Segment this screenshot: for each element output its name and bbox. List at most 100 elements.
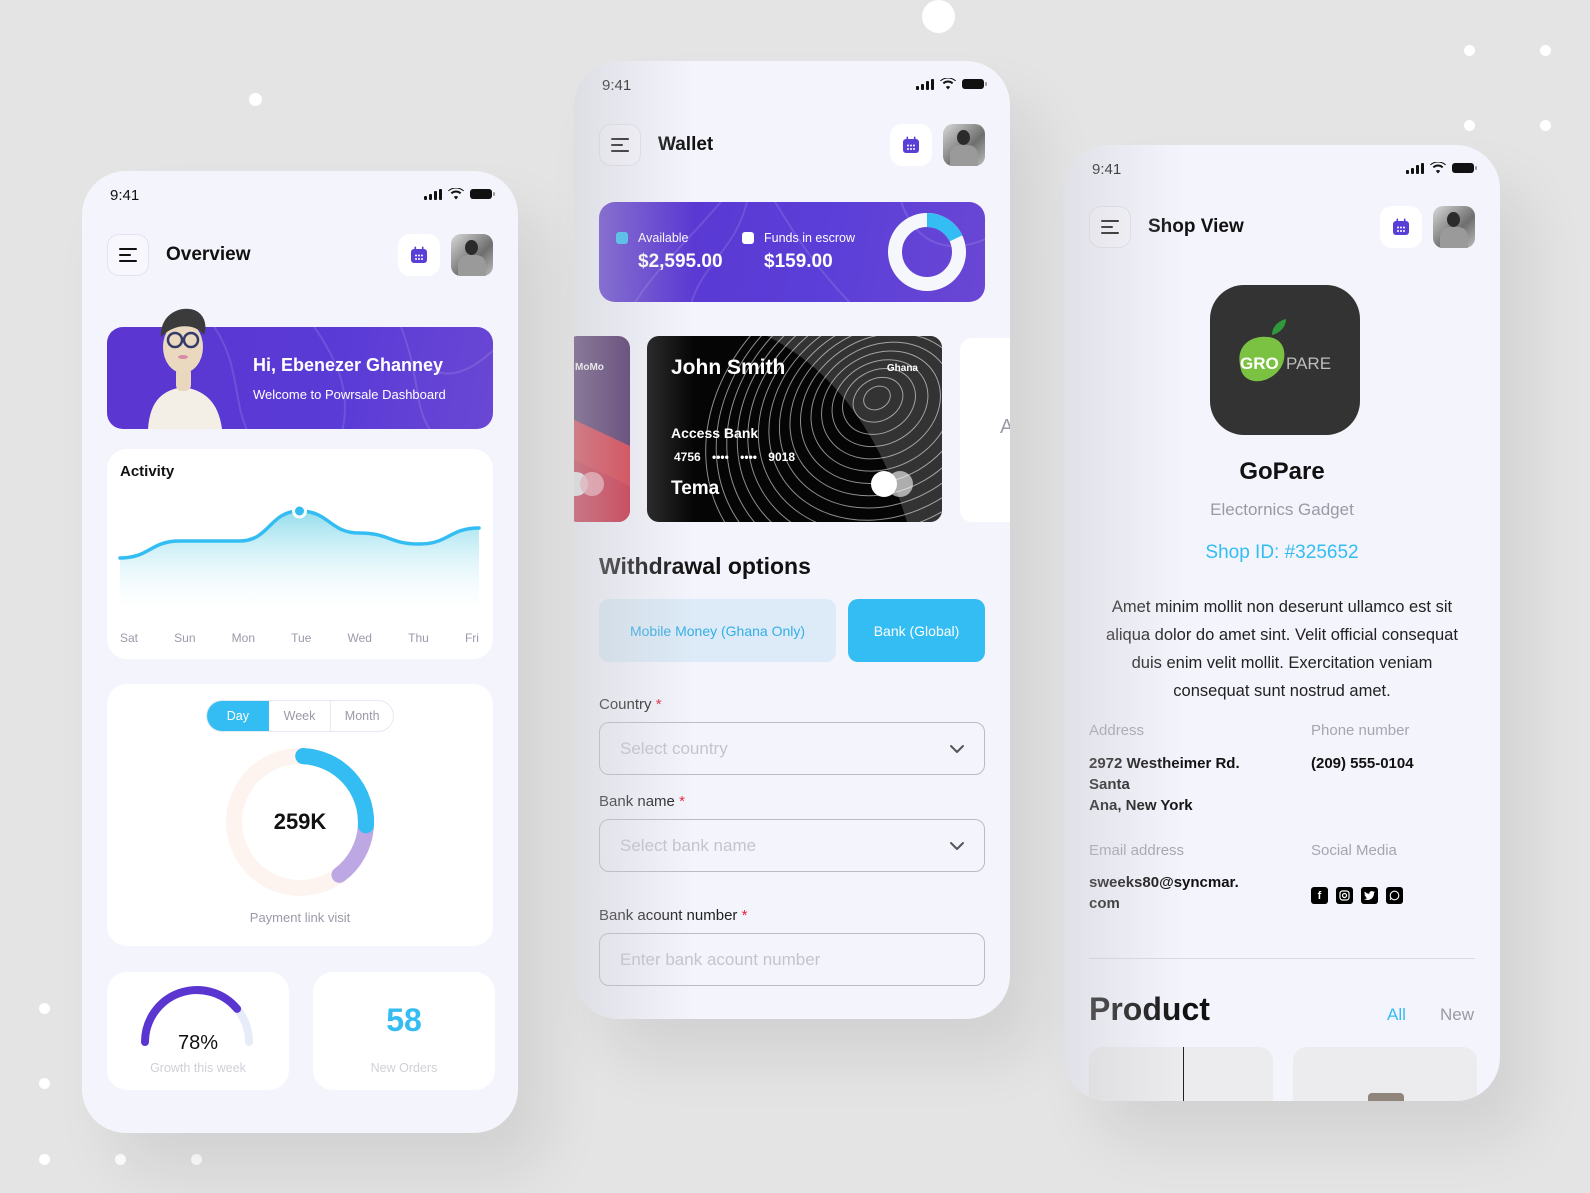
- ring-available: [926, 213, 963, 242]
- country-label: Country *: [599, 696, 662, 713]
- wallet-screen: 9:41 Wallet Available $2,595.00 Funds in…: [574, 61, 1010, 1019]
- instagram-icon[interactable]: [1336, 887, 1353, 904]
- app-header: Shop View: [1089, 206, 1475, 248]
- x-tick-label: Mon: [231, 631, 255, 645]
- activity-highlight-point[interactable]: [292, 503, 307, 519]
- email-label: Email address: [1089, 842, 1185, 859]
- balance-card: Available $2,595.00 Funds in escrow $159…: [599, 202, 985, 302]
- status-bar: 9:41: [574, 61, 1010, 111]
- status-time: 9:41: [602, 77, 632, 94]
- welcome-greeting: Hi, Ebenezer Ghanney: [253, 355, 444, 375]
- phone-value[interactable]: (209) 555-0104: [1311, 753, 1414, 774]
- growth-card: 78% Growth this week: [107, 972, 289, 1090]
- required-asterisk: *: [741, 907, 748, 924]
- available-balance: Available $2,595.00: [616, 231, 723, 273]
- required-asterisk: *: [655, 696, 662, 713]
- product-tile[interactable]: [1089, 1047, 1273, 1101]
- overview-screen: 9:41 Overview Hi, Ebenezer Ghanney Welco…: [82, 171, 518, 1133]
- whatsapp-icon[interactable]: [1386, 887, 1403, 904]
- social-media-links: f: [1311, 887, 1403, 904]
- shop-view-screen: 9:41 Shop View GRO PARE GoPare Electorni…: [1064, 145, 1500, 1101]
- user-avatar[interactable]: [1433, 206, 1475, 248]
- product-tab-all[interactable]: All: [1387, 1005, 1406, 1025]
- facebook-icon[interactable]: f: [1311, 887, 1328, 904]
- country-select[interactable]: Select country: [599, 722, 985, 775]
- decorative-dot: [922, 0, 955, 33]
- calendar-icon: [1393, 218, 1409, 235]
- shop-id: Shop ID: #325652: [1205, 542, 1359, 563]
- card-country: Ghana: [886, 363, 918, 374]
- payment-visits-card: Day Week Month 259K Payment link visit: [107, 684, 493, 946]
- next-card-partial[interactable]: A: [960, 338, 1010, 522]
- escrow-label: Funds in escrow: [764, 231, 856, 245]
- decorative-dot: [1464, 120, 1475, 131]
- x-tick-label: Sat: [120, 631, 139, 645]
- menu-button[interactable]: [107, 234, 149, 276]
- calendar-button[interactable]: [398, 234, 440, 276]
- shop-description: Amet minim mollit non deserunt ullamco e…: [1106, 598, 1458, 700]
- shop-category: Electornics Gadget: [1210, 500, 1354, 519]
- svg-text:PARE: PARE: [1286, 354, 1331, 373]
- decorative-dot: [249, 93, 262, 106]
- calendar-button[interactable]: [1380, 206, 1422, 248]
- calendar-button[interactable]: [890, 124, 932, 166]
- app-header: Wallet: [599, 124, 985, 166]
- shop-name: GoPare: [1239, 458, 1325, 485]
- phone-label: Phone number: [1311, 722, 1410, 739]
- status-bar: 9:41: [1064, 145, 1500, 195]
- account-number-label: Bank acount number *: [599, 907, 748, 924]
- escrow-legend-swatch: [742, 232, 754, 244]
- x-tick-label: Wed: [347, 631, 372, 645]
- momo-card[interactable]: MoMo: [574, 336, 630, 522]
- battery-icon: [1452, 163, 1477, 173]
- decorative-dot: [1540, 120, 1551, 131]
- activity-area: [120, 511, 479, 609]
- battery-icon: [962, 79, 987, 89]
- wifi-icon: [1430, 162, 1446, 174]
- page-title: Wallet: [658, 134, 714, 155]
- section-divider: [1089, 958, 1475, 959]
- product-image: [1368, 1093, 1404, 1101]
- growth-value: 78%: [177, 1032, 219, 1054]
- momo-card-label: MoMo: [575, 362, 604, 373]
- required-asterisk: *: [679, 793, 685, 810]
- card-network-logo: [871, 471, 913, 497]
- signal-icon: [916, 78, 934, 90]
- bank-name-select[interactable]: Select bank name: [599, 819, 985, 872]
- twitter-icon[interactable]: [1361, 887, 1378, 904]
- mobile-money-option[interactable]: Mobile Money (Ghana Only): [599, 599, 836, 662]
- menu-button[interactable]: [599, 124, 641, 166]
- card-city: Tema: [671, 478, 720, 499]
- hamburger-menu-icon: [611, 138, 629, 140]
- email-value[interactable]: sweeks80@syncmar. com: [1089, 872, 1239, 914]
- wifi-icon: [940, 78, 956, 90]
- menu-button[interactable]: [1089, 206, 1131, 248]
- hamburger-menu-icon: [119, 248, 137, 250]
- withdrawal-title: Withdrawal options: [599, 553, 811, 579]
- country-placeholder: Select country: [620, 738, 728, 758]
- product-tab-new[interactable]: New: [1440, 1005, 1474, 1025]
- decorative-dot: [1540, 45, 1551, 56]
- bank-global-option[interactable]: Bank (Global): [848, 599, 985, 662]
- bank-card-access-bank[interactable]: John Smith Ghana Access Bank 4756 •••• •…: [647, 336, 942, 522]
- bank-name-placeholder: Select bank name: [620, 835, 757, 855]
- social-media-label: Social Media: [1311, 842, 1397, 859]
- decorative-dot: [115, 1154, 126, 1165]
- signal-icon: [1406, 162, 1424, 174]
- decorative-dot: [39, 1078, 50, 1089]
- account-number-placeholder: Enter bank acount number: [620, 949, 821, 969]
- card-number: 4756 •••• •••• 9018: [674, 450, 796, 464]
- activity-chart: [118, 503, 481, 609]
- user-avatar[interactable]: [943, 124, 985, 166]
- svg-text:GRO: GRO: [1240, 354, 1279, 373]
- growth-label: Growth this week: [150, 1061, 246, 1075]
- product-tile[interactable]: [1293, 1047, 1477, 1101]
- calendar-icon: [411, 246, 427, 263]
- card-carousel: MoMo John Smith Ghana Access Bank 4756 •…: [574, 336, 1010, 524]
- visits-value: 259K: [273, 809, 327, 834]
- user-avatar[interactable]: [451, 234, 493, 276]
- available-legend-swatch: [616, 232, 628, 244]
- escrow-amount: $159.00: [764, 251, 833, 272]
- address-label: Address: [1089, 722, 1145, 739]
- account-number-input[interactable]: Enter bank acount number: [599, 933, 985, 986]
